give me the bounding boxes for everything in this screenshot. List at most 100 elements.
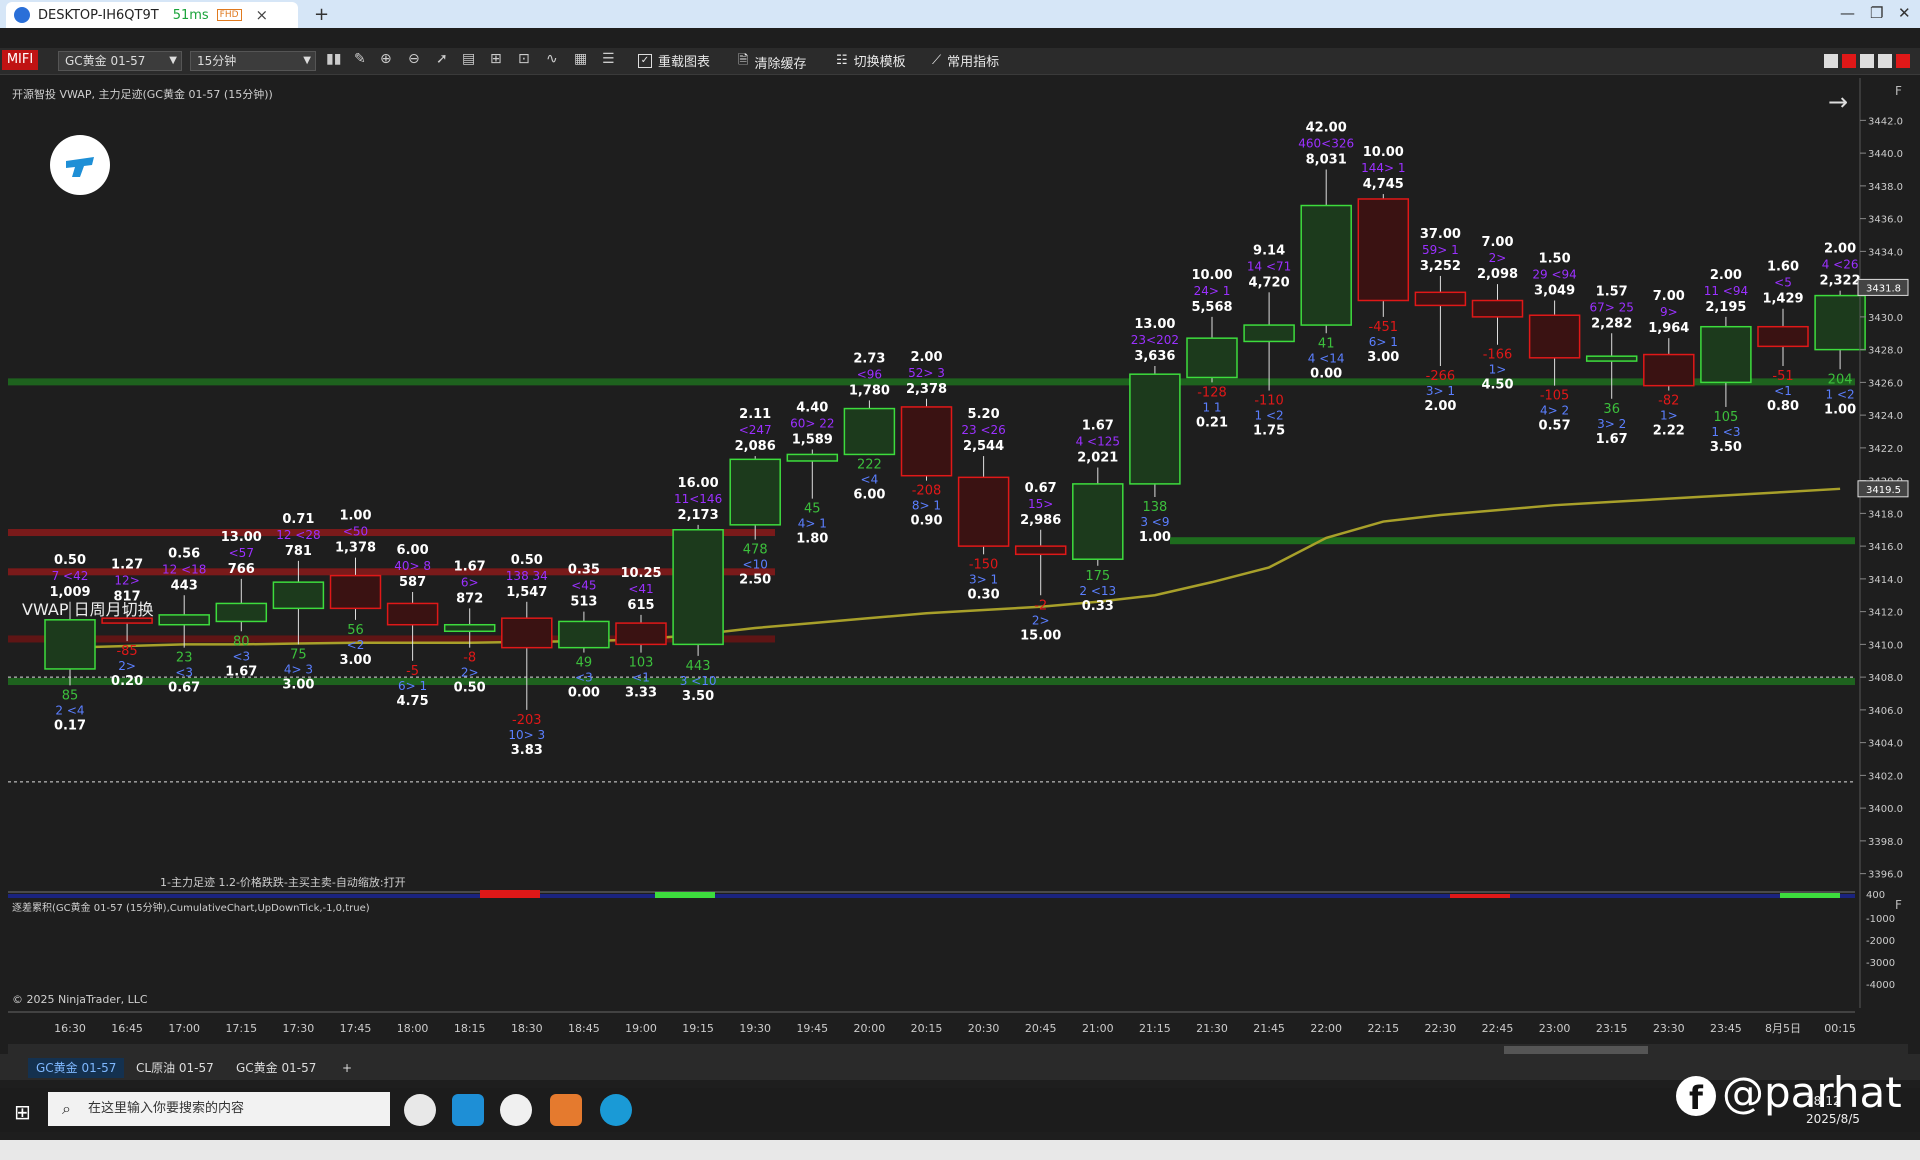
common-indicators-label: 常用指标 (947, 55, 1000, 70)
close-window-button[interactable]: ✕ (1898, 4, 1911, 22)
candle-bottom-label: 6.00 (853, 487, 885, 502)
instrument-select[interactable]: GC黄金 01-57 ▼ (58, 51, 182, 71)
candle-bottom-label: 1 <3 (1711, 425, 1740, 439)
strategy-icon[interactable]: ▦ (574, 51, 587, 67)
app-logo (50, 135, 110, 195)
candle-top-label: 1,780 (849, 383, 890, 398)
edge-icon[interactable] (600, 1094, 632, 1126)
candle-top-label: <50 (343, 525, 368, 539)
cumulative-delta-bar (480, 890, 540, 898)
candle-top-label: 11 <94 (1704, 284, 1748, 298)
candle-top-label: 3,636 (1134, 349, 1175, 364)
latency-indicator: 51ms (172, 7, 209, 23)
common-indicators-button[interactable]: ⟋ 常用指标 (932, 51, 999, 70)
file-app-icon[interactable] (550, 1094, 582, 1126)
candle-bottom-label: 478 (743, 543, 768, 558)
candle-bottom-label: 3.00 (1367, 350, 1399, 365)
add-tab-button[interactable]: + (334, 1058, 360, 1078)
candle-bottom-label: 0.21 (1196, 415, 1228, 430)
candle-body (1757, 325, 1809, 348)
window-min-icon[interactable] (1860, 54, 1874, 68)
candle-top-label: 766 (228, 562, 255, 577)
candle-top-label: 7.00 (1481, 235, 1513, 250)
mifi-logo[interactable]: MIFI (2, 50, 38, 70)
instrument-tab[interactable]: GC黄金 01-57 (228, 1058, 324, 1078)
candle-bottom-label: 3.00 (282, 677, 314, 692)
list-icon[interactable]: ☰ (602, 51, 615, 67)
cumulative-delta-bar (1780, 893, 1840, 898)
y-axis-label: 3416.0 (1868, 542, 1903, 553)
zoom-out-icon[interactable]: ⊖ (408, 51, 420, 67)
candle-body (786, 453, 839, 462)
browser-app-icon[interactable] (500, 1094, 532, 1126)
candle-bottom-label: 41 (1318, 336, 1335, 351)
vwap-switch-label[interactable]: VWAP 日周月切换 (22, 596, 154, 620)
new-tab-button[interactable]: + (314, 4, 329, 25)
pencil-icon[interactable]: ✎ (354, 51, 366, 67)
candle-top-label: 0.71 (282, 512, 314, 527)
candle-bottom-label: <1 (1774, 384, 1792, 398)
x-axis-label: 21:30 (1196, 1022, 1228, 1035)
candle-top-label: 8,031 (1306, 153, 1347, 168)
properties-icon[interactable]: ▤ (462, 51, 475, 67)
candle-top-label: 9> (1660, 305, 1678, 319)
x-axis-label: 17:00 (168, 1022, 200, 1035)
switch-template-button[interactable]: ☷ 切换模板 (836, 51, 906, 70)
close-tab-icon[interactable]: × (256, 6, 269, 24)
arrow-right-icon[interactable]: → (1828, 88, 1848, 116)
candle-body (1072, 483, 1124, 560)
layout-icon[interactable]: ⊞ (490, 51, 502, 67)
candle-bottom-label: 36 (1603, 402, 1620, 417)
candle-top-label: 12 <28 (276, 528, 320, 542)
candle-body (1300, 204, 1352, 326)
candle-bottom-label: 1.67 (225, 664, 257, 679)
candle-top-label: 2,322 (1820, 274, 1861, 289)
candle-top-label: 23 <26 (961, 423, 1005, 437)
indicator-icon[interactable]: ∿ (546, 51, 558, 67)
instrument-tab[interactable]: CL原油 01-57 (128, 1058, 222, 1078)
minimize-button[interactable]: — (1840, 4, 1855, 22)
fit-icon[interactable]: ⊡ (518, 51, 530, 67)
candle-bottom-label: 105 (1713, 410, 1738, 425)
sub-panel-flag: F (1895, 898, 1902, 912)
reload-chart-button[interactable]: ✓ 重载图表 (638, 51, 710, 70)
cumulative-delta-bar (655, 892, 715, 898)
candle-top-label: 11<146 (674, 492, 722, 506)
x-axis-label: 22:30 (1425, 1022, 1457, 1035)
window-restore-icon[interactable] (1878, 54, 1892, 68)
y-axis-label: 3406.0 (1868, 706, 1903, 717)
candle-top-label: <57 (229, 546, 254, 560)
panel-layout-icon[interactable] (1824, 54, 1838, 68)
zoom-in-icon[interactable]: ⊕ (380, 51, 392, 67)
candle-top-label: 2,544 (963, 439, 1004, 454)
browser-tab[interactable]: DESKTOP-IH6QT9T 51ms FHD × (6, 2, 298, 28)
chrome-icon[interactable] (404, 1094, 436, 1126)
candle-top-label: 443 (171, 578, 198, 593)
candle-bottom-label: 3.50 (1710, 440, 1742, 455)
x-axis-label: 22:00 (1310, 1022, 1342, 1035)
candle-top-label: 1.67 (1082, 419, 1114, 434)
candle-bottom-label: -166 (1483, 348, 1513, 363)
clear-cache-button[interactable]: 🗎 清除缓存 (738, 51, 806, 73)
instrument-tab[interactable]: GC黄金 01-57 (28, 1058, 125, 1078)
record-icon[interactable] (1842, 54, 1856, 68)
pointer-icon[interactable]: ➚ (436, 51, 448, 67)
maximize-button[interactable]: ❐ (1870, 4, 1883, 22)
bar-chart-icon[interactable]: ▮▮ (326, 51, 341, 67)
candle-top-label: 10.25 (620, 566, 661, 581)
candle-top-label: 2.00 (1710, 268, 1742, 283)
window-close-icon[interactable] (1896, 54, 1910, 68)
candle-bottom-label: 6> 1 (1369, 335, 1398, 349)
taskbar-search[interactable]: ⌕ 在这里输入你要搜索的内容 (48, 1092, 390, 1126)
candle-bottom-label: -8 (463, 651, 476, 666)
trading-app-icon[interactable] (452, 1094, 484, 1126)
windows-start-icon[interactable]: ⊞ (14, 1100, 31, 1124)
candle-bottom-label: <3 (175, 666, 193, 680)
candle-top-label: 460<326 (1298, 137, 1354, 151)
candle-body (1243, 324, 1295, 343)
candle-bottom-label: -2 (1034, 598, 1047, 613)
interval-select[interactable]: 15分钟 ▼ (190, 51, 316, 71)
candle-top-label: 0.50 (511, 553, 543, 568)
candle-bottom-label: 3.50 (682, 689, 714, 704)
candle-top-label: 0.67 (1025, 481, 1057, 496)
